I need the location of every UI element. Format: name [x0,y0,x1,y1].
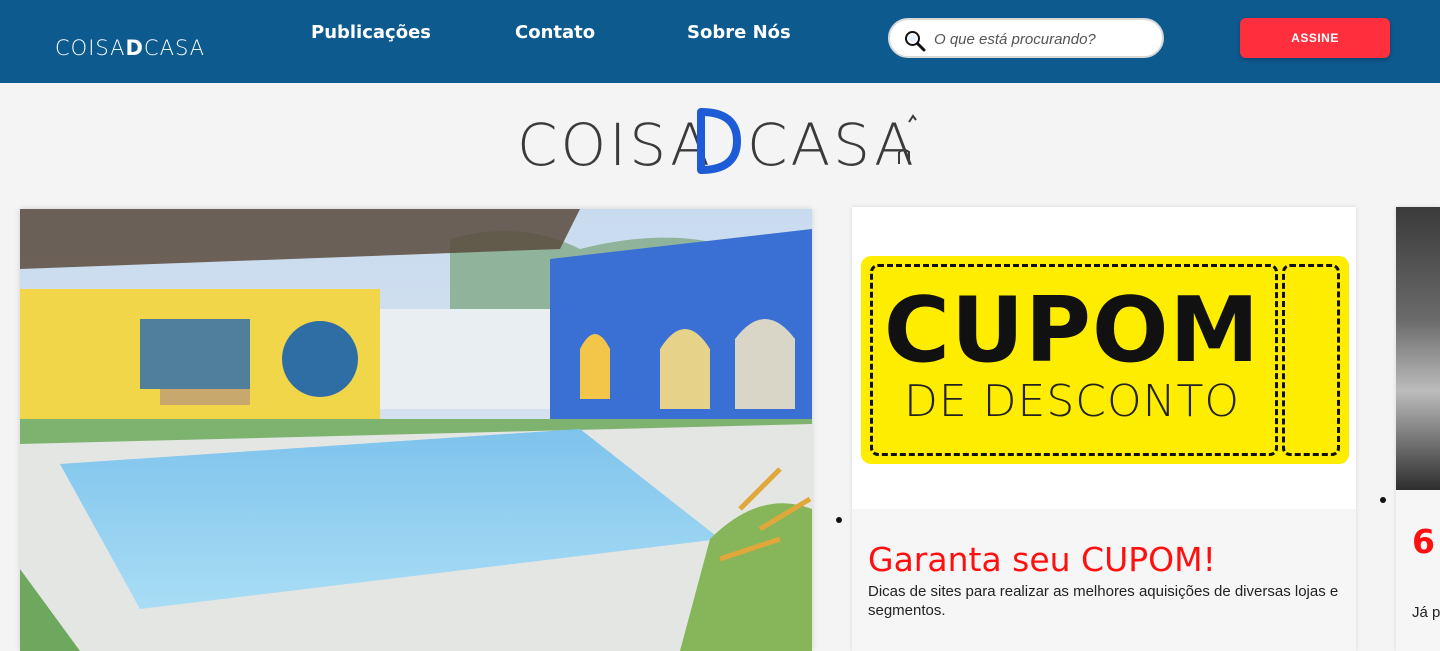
post-card-cupom[interactable]: CUPOM DE DESCONTO Garanta seu CUPOM! Dic… [852,207,1356,651]
svg-text:CASA: CASA [747,111,917,176]
nav-item-contato[interactable]: Contato [515,22,595,43]
hero-pool-photo [20,209,812,651]
search-icon[interactable] [904,30,926,57]
header-logo[interactable]: COISADCASA [55,36,205,60]
header-logo-letter: D [125,36,144,60]
hero-image[interactable] [20,209,812,651]
search-box[interactable] [888,18,1164,58]
card-title[interactable]: 6 in [1412,522,1440,561]
list-bullet [836,517,842,523]
subscribe-button[interactable]: ASSINE [1240,18,1390,58]
card-image[interactable]: CUPOM DE DESCONTO [852,207,1356,509]
coupon-main-text: CUPOM [883,278,1261,383]
svg-text:COISA: COISA [517,111,713,176]
nav-item-publicacoes[interactable]: Publicações [311,22,431,43]
list-bullet [1380,497,1386,503]
card-title[interactable]: Garanta seu CUPOM! [868,540,1216,579]
search-input[interactable] [934,28,1154,50]
header-logo-suffix: CASA [143,36,206,60]
header-logo-prefix: COISA [55,36,126,60]
coupon-graphic: CUPOM DE DESCONTO [861,256,1349,464]
coupon-sub-text: DE DESCONTO [903,376,1241,427]
post-card-partial[interactable]: 6 in Já p liqui [1396,207,1440,651]
nav-item-sobre-nos[interactable]: Sobre Nós [687,22,791,43]
card-description: Já p liqui [1412,604,1440,621]
top-bar: COISADCASA Publicações Contato Sobre Nós… [0,0,1440,83]
main-logo[interactable]: COISA CASA [515,104,927,179]
card-image[interactable] [1396,207,1440,490]
coupon-stub [1282,264,1340,456]
card-description: Dicas de sites para realizar as melhores… [868,583,1339,619]
